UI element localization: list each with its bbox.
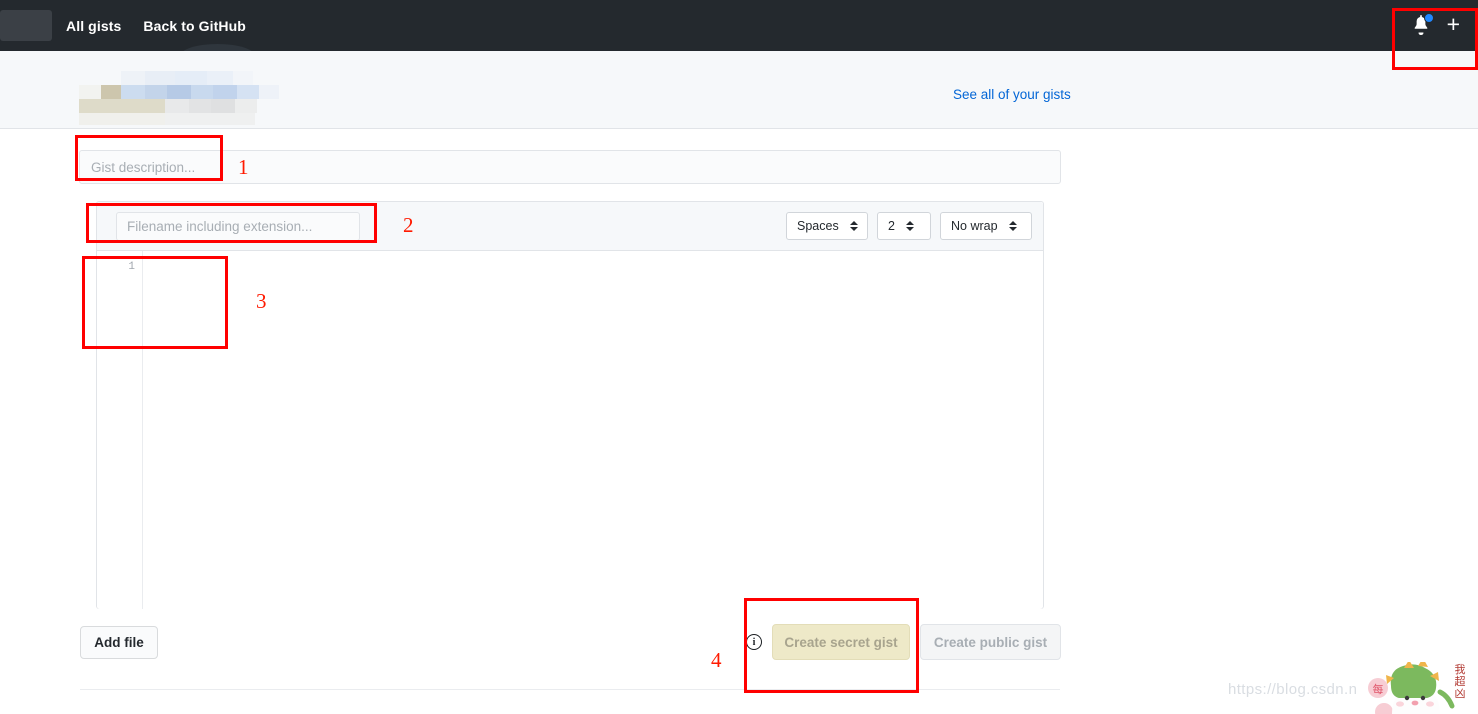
notifications-button[interactable] bbox=[1411, 12, 1434, 37]
indent-size-select[interactable]: 2 bbox=[877, 212, 931, 240]
indent-mode-value: Spaces bbox=[797, 219, 839, 233]
filename-input[interactable]: Filename including extension... bbox=[116, 211, 360, 241]
github-logo[interactable] bbox=[0, 10, 52, 41]
watermark-url: https://blog.csdn.n bbox=[1228, 681, 1358, 698]
create-new-plus-icon[interactable]: + bbox=[1447, 12, 1460, 36]
annotation-number-3: 3 bbox=[256, 289, 267, 313]
watermark-vertical-text: 我超凶 bbox=[1454, 663, 1466, 700]
wrap-mode-value: No wrap bbox=[951, 219, 998, 233]
create-public-gist-button[interactable]: Create public gist bbox=[920, 624, 1061, 660]
info-icon[interactable]: i bbox=[746, 634, 762, 650]
indent-mode-select[interactable]: Spaces bbox=[786, 212, 868, 240]
footer-divider bbox=[80, 689, 1060, 690]
annotation-number-2: 2 bbox=[403, 213, 414, 237]
nav-right-actions: + bbox=[1411, 0, 1470, 51]
top-navigation-bar: All gists Back to GitHub + bbox=[0, 0, 1478, 56]
add-file-button[interactable]: Add file bbox=[80, 626, 158, 659]
nav-all-gists[interactable]: All gists bbox=[66, 18, 121, 34]
wrap-mode-select[interactable]: No wrap bbox=[940, 212, 1032, 240]
chevron-updown-icon bbox=[850, 218, 859, 234]
nav-back-to-github[interactable]: Back to GitHub bbox=[143, 18, 246, 34]
nav-links: All gists Back to GitHub bbox=[66, 18, 246, 34]
editor-line-number-gutter: 1 bbox=[97, 251, 143, 609]
see-all-your-gists-link[interactable]: See all of your gists bbox=[953, 87, 1071, 102]
chevron-updown-icon bbox=[1009, 218, 1018, 234]
line-number: 1 bbox=[128, 261, 135, 273]
create-gist-actions: i Create secret gist Create public gist bbox=[746, 624, 1061, 660]
filename-placeholder: Filename including extension... bbox=[127, 218, 313, 234]
gist-owner-header: See all of your gists bbox=[0, 51, 1478, 129]
editor-settings-group: Spaces 2 No wrap bbox=[786, 212, 1032, 240]
code-editor-area[interactable]: 1 bbox=[97, 251, 1043, 609]
indent-size-value: 2 bbox=[888, 219, 895, 233]
gist-description-placeholder: Gist description... bbox=[91, 159, 196, 175]
create-secret-gist-button[interactable]: Create secret gist bbox=[772, 624, 910, 660]
mascot-illustration: 每 bbox=[1368, 662, 1455, 714]
gist-description-input[interactable]: Gist description... bbox=[79, 150, 1061, 184]
chevron-updown-icon bbox=[906, 218, 915, 234]
svg-text:每: 每 bbox=[1373, 682, 1384, 696]
notification-dot bbox=[1423, 12, 1434, 23]
annotation-number-1: 1 bbox=[238, 155, 249, 179]
gist-file-card: Filename including extension... Spaces 2… bbox=[96, 201, 1044, 609]
new-gist-form: Gist description... Filename including e… bbox=[0, 129, 1478, 714]
annotation-number-4: 4 bbox=[711, 648, 722, 672]
gist-file-header: Filename including extension... Spaces 2… bbox=[97, 202, 1043, 251]
owner-avatar-and-name-redacted bbox=[79, 65, 279, 125]
